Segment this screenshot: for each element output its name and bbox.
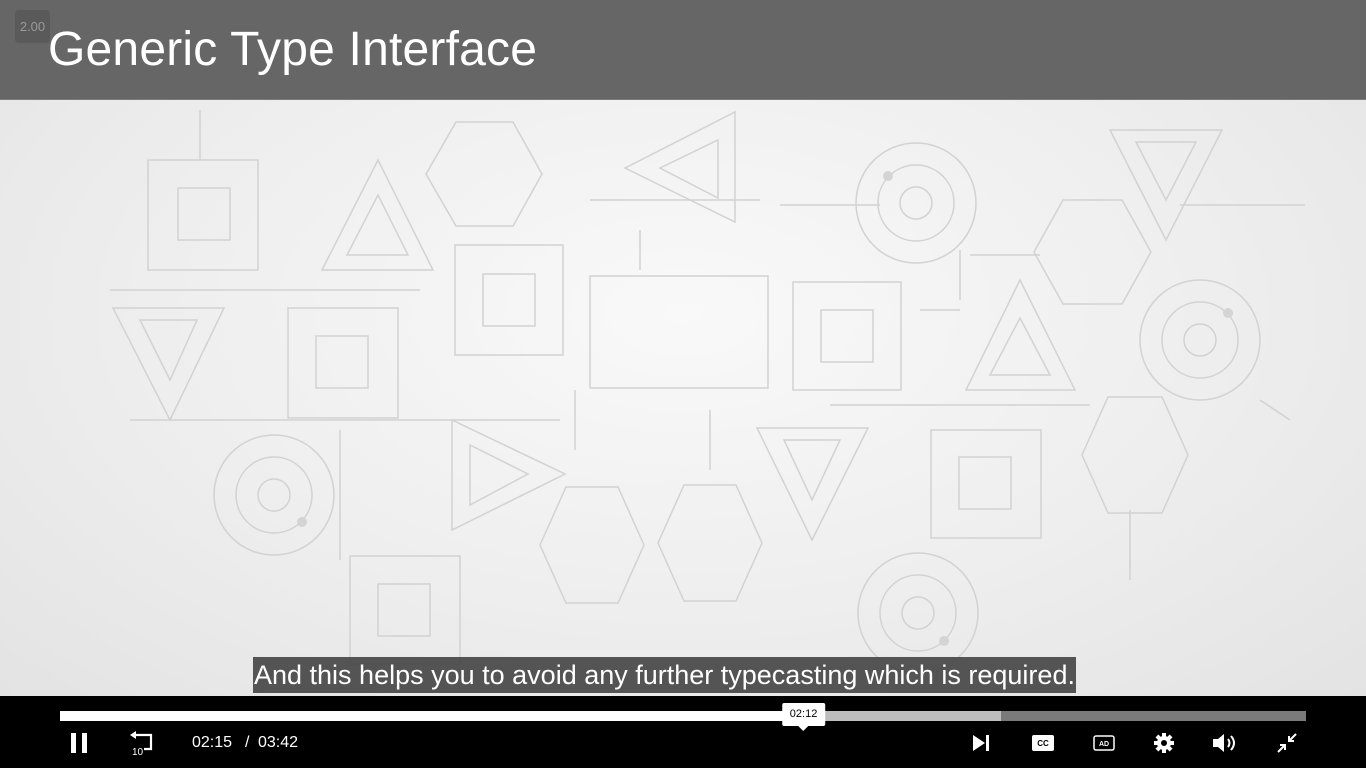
duration-time: 03:42 — [258, 734, 299, 751]
closed-captions-icon: CC — [1032, 735, 1054, 751]
video-player: Generic Type Interface 2.00 And this hel… — [0, 0, 1366, 768]
closed-captions-button[interactable]: CC — [1031, 726, 1055, 760]
exit-fullscreen-icon — [1277, 733, 1297, 753]
progress-bar[interactable]: 02:12 — [60, 703, 1306, 731]
audio-description-button[interactable]: AD — [1092, 726, 1116, 760]
next-button[interactable] — [968, 726, 994, 760]
slide-title-bar: Generic Type Interface — [0, 0, 1366, 100]
hover-time-tooltip: 02:12 — [781, 703, 826, 731]
svg-text:AD: AD — [1099, 741, 1109, 748]
svg-text:CC: CC — [1037, 739, 1049, 748]
pause-button[interactable] — [64, 726, 94, 760]
replay-10-icon: 10 — [130, 731, 153, 757]
audio-description-icon: AD — [1093, 735, 1115, 751]
circuit-background — [110, 110, 1305, 674]
video-frame[interactable]: Generic Type Interface 2.00 And this hel… — [0, 0, 1366, 696]
slide-title: Generic Type Interface — [48, 23, 538, 76]
gear-icon — [1154, 733, 1174, 753]
current-time: 02:15 — [192, 734, 233, 751]
replay-10-button[interactable]: 10 — [126, 726, 156, 760]
playback-speed-badge[interactable]: 2.00 — [15, 10, 50, 43]
replay-10-label: 10 — [132, 747, 144, 757]
subtitle-caption: And this helps you to avoid any further … — [253, 657, 1076, 693]
exit-fullscreen-button[interactable] — [1274, 726, 1300, 760]
settings-button[interactable] — [1152, 726, 1176, 760]
played-fill — [60, 711, 818, 721]
time-separator: / — [245, 734, 250, 751]
skip-next-icon — [973, 735, 989, 751]
pause-icon — [71, 733, 87, 753]
volume-button[interactable] — [1210, 726, 1240, 760]
control-bar: 02:12 10 02:15 / 03:42 CC AD — [0, 696, 1366, 768]
volume-icon — [1213, 734, 1235, 752]
